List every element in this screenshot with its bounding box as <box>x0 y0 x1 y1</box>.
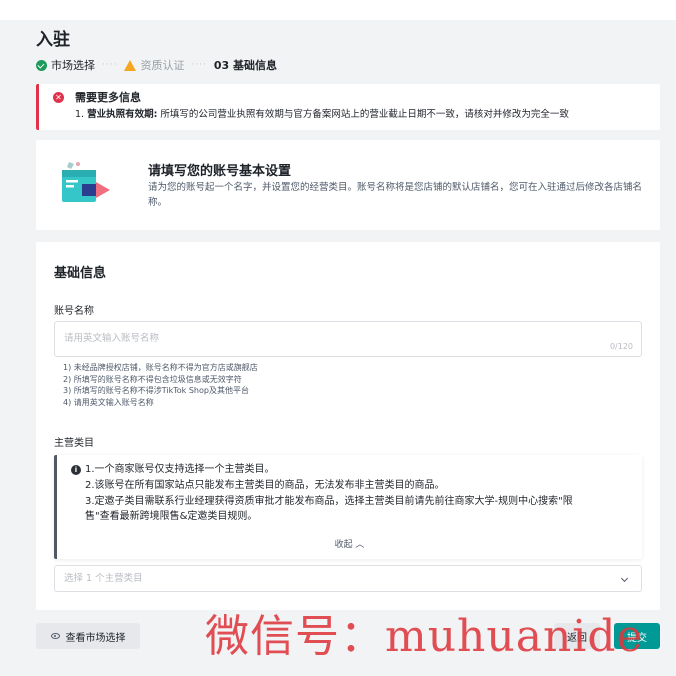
account-name-input[interactable]: 请用英文输入账号名称 0/120 <box>54 321 642 357</box>
intro-card: 请填写您的账号基本设置 请为您的账号起一个名字，并设置您的经营类目。账号名称将是… <box>36 140 660 230</box>
notice-text: 1.一个商家账号仅支持选择一个主营类目。 2.该账号在所有国家站点只能发布主营类… <box>85 462 625 525</box>
rule-item: 4) 请用英文输入账号名称 <box>63 398 154 408</box>
basic-info-form: 基础信息 账号名称 请用英文输入账号名称 0/120 1) 未经品牌授权店铺，账… <box>36 242 660 610</box>
notice-line: 1.一个商家账号仅支持选择一个主营类目。 <box>85 464 275 475</box>
alert-item-text: 所填写的公司营业执照有效期与官方备案网站上的营业截止日期不一致，请核对并修改为完… <box>157 109 569 120</box>
notice-line: 2.该账号在所有国家站点只能发布主营类目的商品，无法发布非主营类目的商品。 <box>85 479 445 491</box>
account-name-rules: 1) 未经品牌授权店铺，账号名称不得为官方店或旗舰店 2) 所填写的账号名称不得… <box>63 362 258 409</box>
warning-icon <box>124 59 137 71</box>
main-category-label: 主营类目 <box>54 438 94 449</box>
alert-title: 需要更多信息 <box>75 91 141 104</box>
view-market-label: 查看市场选择 <box>65 632 126 644</box>
step-label: 市场选择 <box>51 59 95 72</box>
step-qualification[interactable]: 资质认证 <box>124 57 184 73</box>
info-icon: i <box>71 465 81 475</box>
top-bar <box>0 0 676 20</box>
eye-icon <box>50 633 60 639</box>
rule-item: 3) 所填写的账号名称不得涉TikTok Shop及其他平台 <box>63 386 249 396</box>
check-circle-icon <box>36 59 47 71</box>
rule-item: 2) 所填写的账号名称不得包含垃圾信息或无效字符 <box>63 374 242 384</box>
account-name-label: 账号名称 <box>54 306 94 317</box>
step-label: 03 基础信息 <box>213 59 278 72</box>
notice-line: 售"查看最新跨境限售&定邀类目规则。 <box>85 511 258 523</box>
alert-item-key: 营业执照有效期: <box>87 109 158 120</box>
page-header: 入驻 市场选择 ···· 资质认证 ···· 03 基础信息 <box>28 20 668 74</box>
page-title: 入驻 <box>36 30 70 50</box>
step-market-selection[interactable]: 市场选择 <box>36 57 95 73</box>
onboarding-page: 入驻 市场选择 ···· 资质认证 ···· 03 基础信息 ✕ 需要更多信息 … <box>28 20 668 610</box>
char-counter: 0/120 <box>609 342 633 351</box>
step-separator: ···· <box>191 60 207 70</box>
submit-button[interactable]: 提交 <box>614 623 660 649</box>
intro-title: 请填写您的账号基本设置 <box>148 164 292 179</box>
category-placeholder: 选择 1 个主营类目 <box>64 573 143 584</box>
section-title: 基础信息 <box>54 266 107 281</box>
step-basic-info: 03 基础信息 <box>214 57 277 73</box>
rule-item: 1) 未经品牌授权店铺，账号名称不得为官方店或旗舰店 <box>63 363 258 372</box>
error-alert: ✕ 需要更多信息 1. 营业执照有效期: 所填写的公司营业执照有效期与官方备案网… <box>36 84 660 130</box>
error-x-icon: ✕ <box>53 92 64 103</box>
collapse-toggle[interactable]: 收起 ︿ <box>57 537 642 550</box>
view-market-selection-button[interactable]: 查看市场选择 <box>36 623 140 649</box>
alert-item-number: 1. <box>75 109 88 120</box>
chevron-down-icon <box>620 574 629 583</box>
step-label: 资质认证 <box>140 59 185 72</box>
category-notice: i 1.一个商家账号仅支持选择一个主营类目。 2.该账号在所有国家站点只能发布主… <box>54 455 642 559</box>
step-indicator: 市场选择 ···· 资质认证 ···· 03 基础信息 <box>36 56 668 74</box>
notice-line: 3.定邀子类目需联系行业经理获得资质审批才能发布商品，选择主营类目前请先前往商家… <box>85 495 573 507</box>
alert-item: 1. 营业执照有效期: 所填写的公司营业执照有效期与官方备案网站上的营业截止日期… <box>75 107 650 123</box>
account-name-placeholder: 请用英文输入账号名称 <box>64 333 160 344</box>
step-separator: ···· <box>102 60 118 70</box>
back-button[interactable]: 返回 <box>554 623 600 649</box>
main-category-select[interactable]: 选择 1 个主营类目 <box>54 565 642 592</box>
intro-description: 请为您的账号起一个名字，并设置您的经营类目。账号名称将是您店铺的默认店铺名，您可… <box>148 182 643 208</box>
shop-box-illustration-icon <box>62 162 110 202</box>
